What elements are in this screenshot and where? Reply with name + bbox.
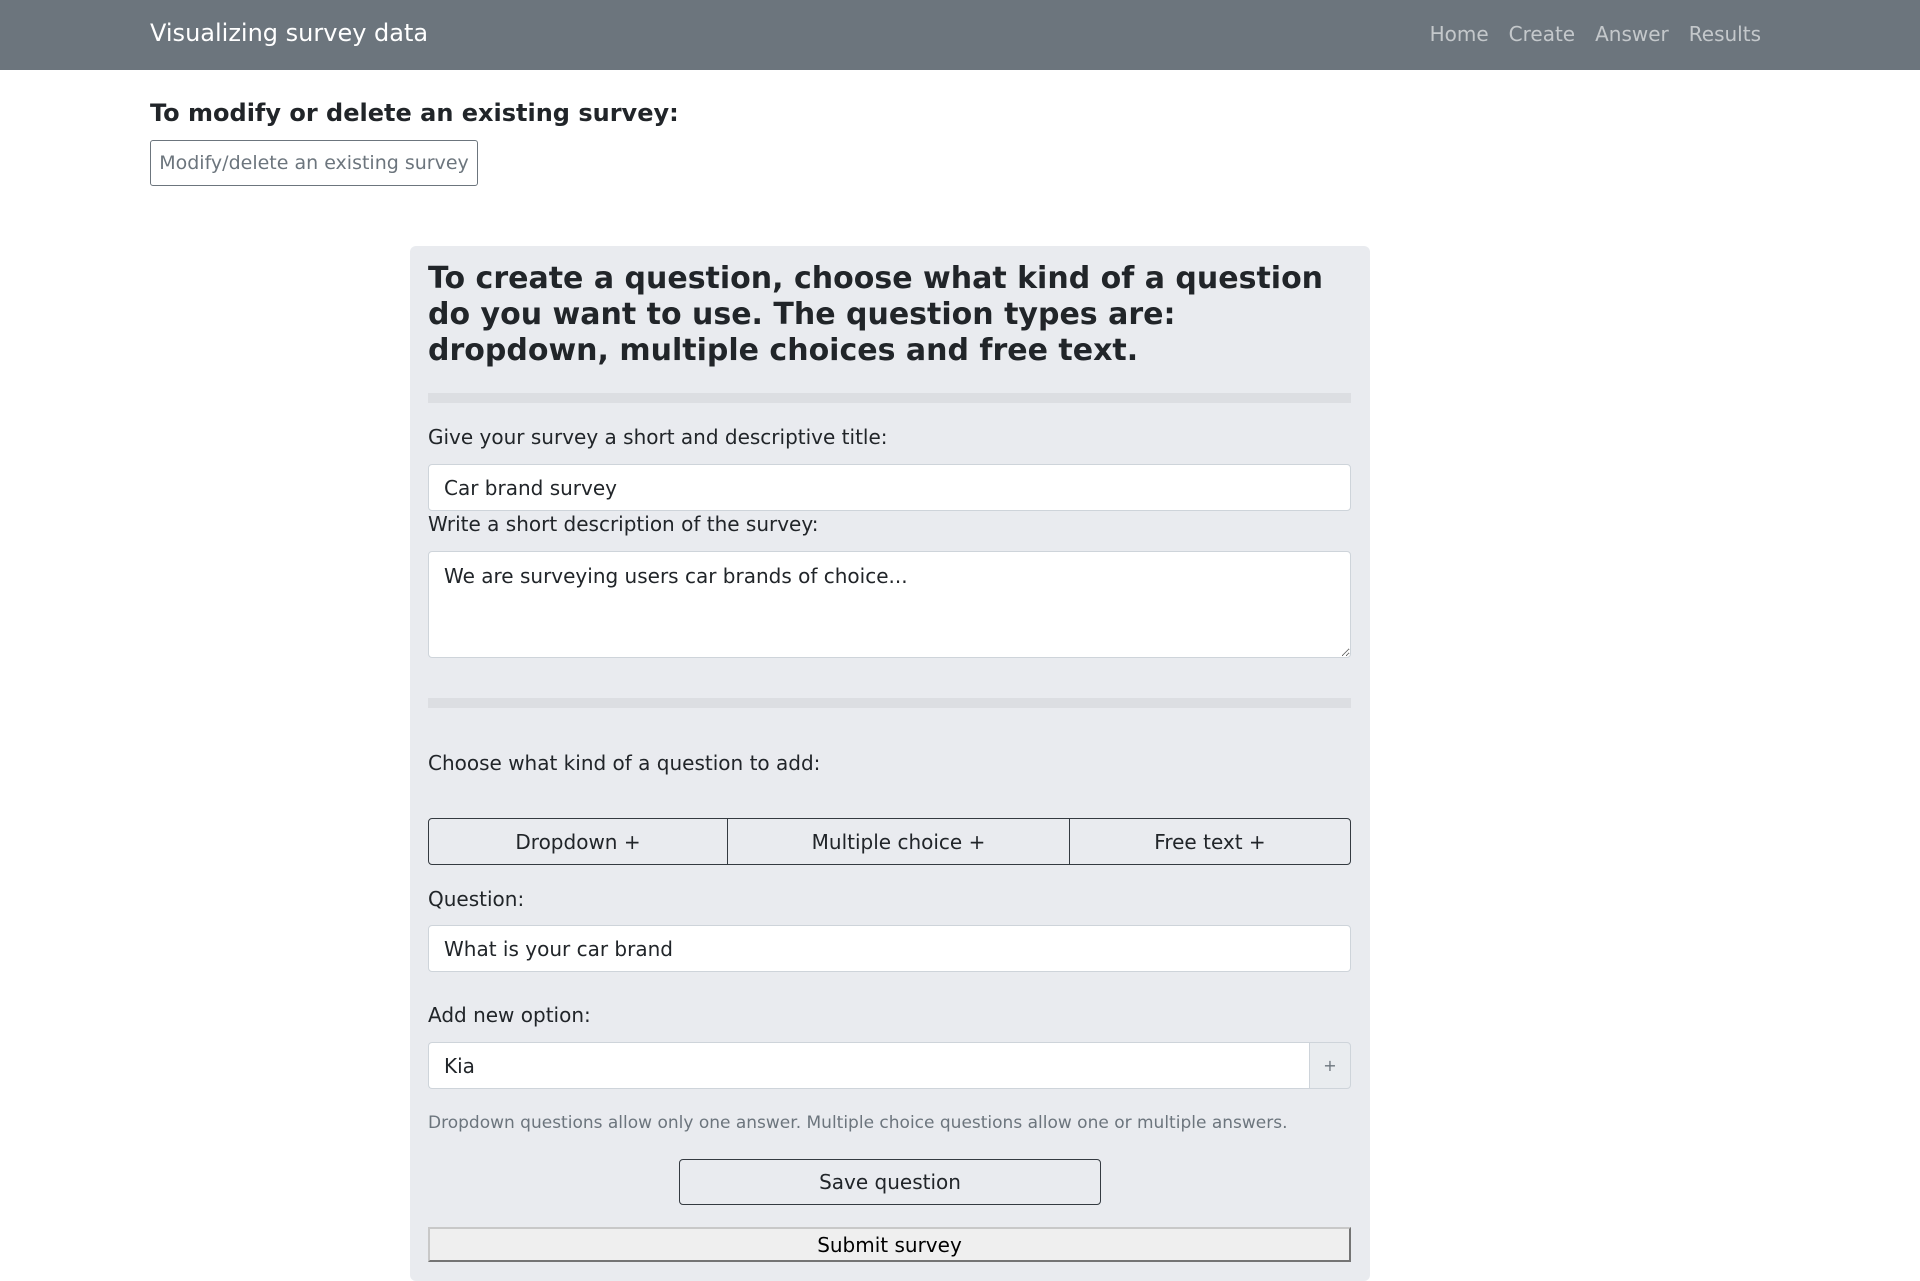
description-textarea[interactable]: We are surveying users car brands of cho…	[428, 551, 1351, 658]
survey-title-input[interactable]	[428, 464, 1351, 511]
dropdown-add-button[interactable]: Dropdown +	[429, 819, 727, 864]
option-input-group: +	[428, 1042, 1351, 1089]
modify-survey-button[interactable]: Modify/delete an existing survey	[150, 140, 478, 186]
add-option-button[interactable]: +	[1309, 1042, 1351, 1089]
nav-link-create[interactable]: Create	[1509, 22, 1575, 46]
divider	[428, 698, 1351, 708]
question-label: Question:	[428, 887, 525, 911]
submit-survey-button[interactable]: Submit survey	[428, 1227, 1351, 1262]
multiple-choice-add-button[interactable]: Multiple choice +	[727, 819, 1069, 864]
survey-title-label: Give your survey a short and descriptive…	[428, 425, 888, 449]
question-type-button-group: Dropdown + Multiple choice + Free text +	[428, 818, 1351, 865]
help-text: Dropdown questions allow only one answer…	[428, 1113, 1288, 1133]
divider	[428, 393, 1351, 403]
brand-title[interactable]: Visualizing survey data	[150, 19, 428, 47]
question-input[interactable]	[428, 925, 1351, 972]
navbar: Visualizing survey data Home Create Answ…	[0, 0, 1920, 70]
card-title: To create a question, choose what kind o…	[428, 261, 1324, 368]
free-text-add-button[interactable]: Free text +	[1069, 819, 1350, 864]
save-question-button[interactable]: Save question	[679, 1159, 1101, 1205]
question-type-label: Choose what kind of a question to add:	[428, 751, 821, 775]
modify-heading: To modify or delete an existing survey:	[150, 99, 679, 127]
option-label: Add new option:	[428, 1003, 591, 1027]
nav-links: Home Create Answer Results	[1430, 22, 1761, 46]
option-input[interactable]	[428, 1042, 1309, 1089]
nav-link-results[interactable]: Results	[1689, 22, 1761, 46]
create-question-card: To create a question, choose what kind o…	[410, 246, 1370, 1281]
nav-link-answer[interactable]: Answer	[1595, 22, 1669, 46]
nav-link-home[interactable]: Home	[1430, 22, 1489, 46]
description-label: Write a short description of the survey:	[428, 512, 819, 536]
